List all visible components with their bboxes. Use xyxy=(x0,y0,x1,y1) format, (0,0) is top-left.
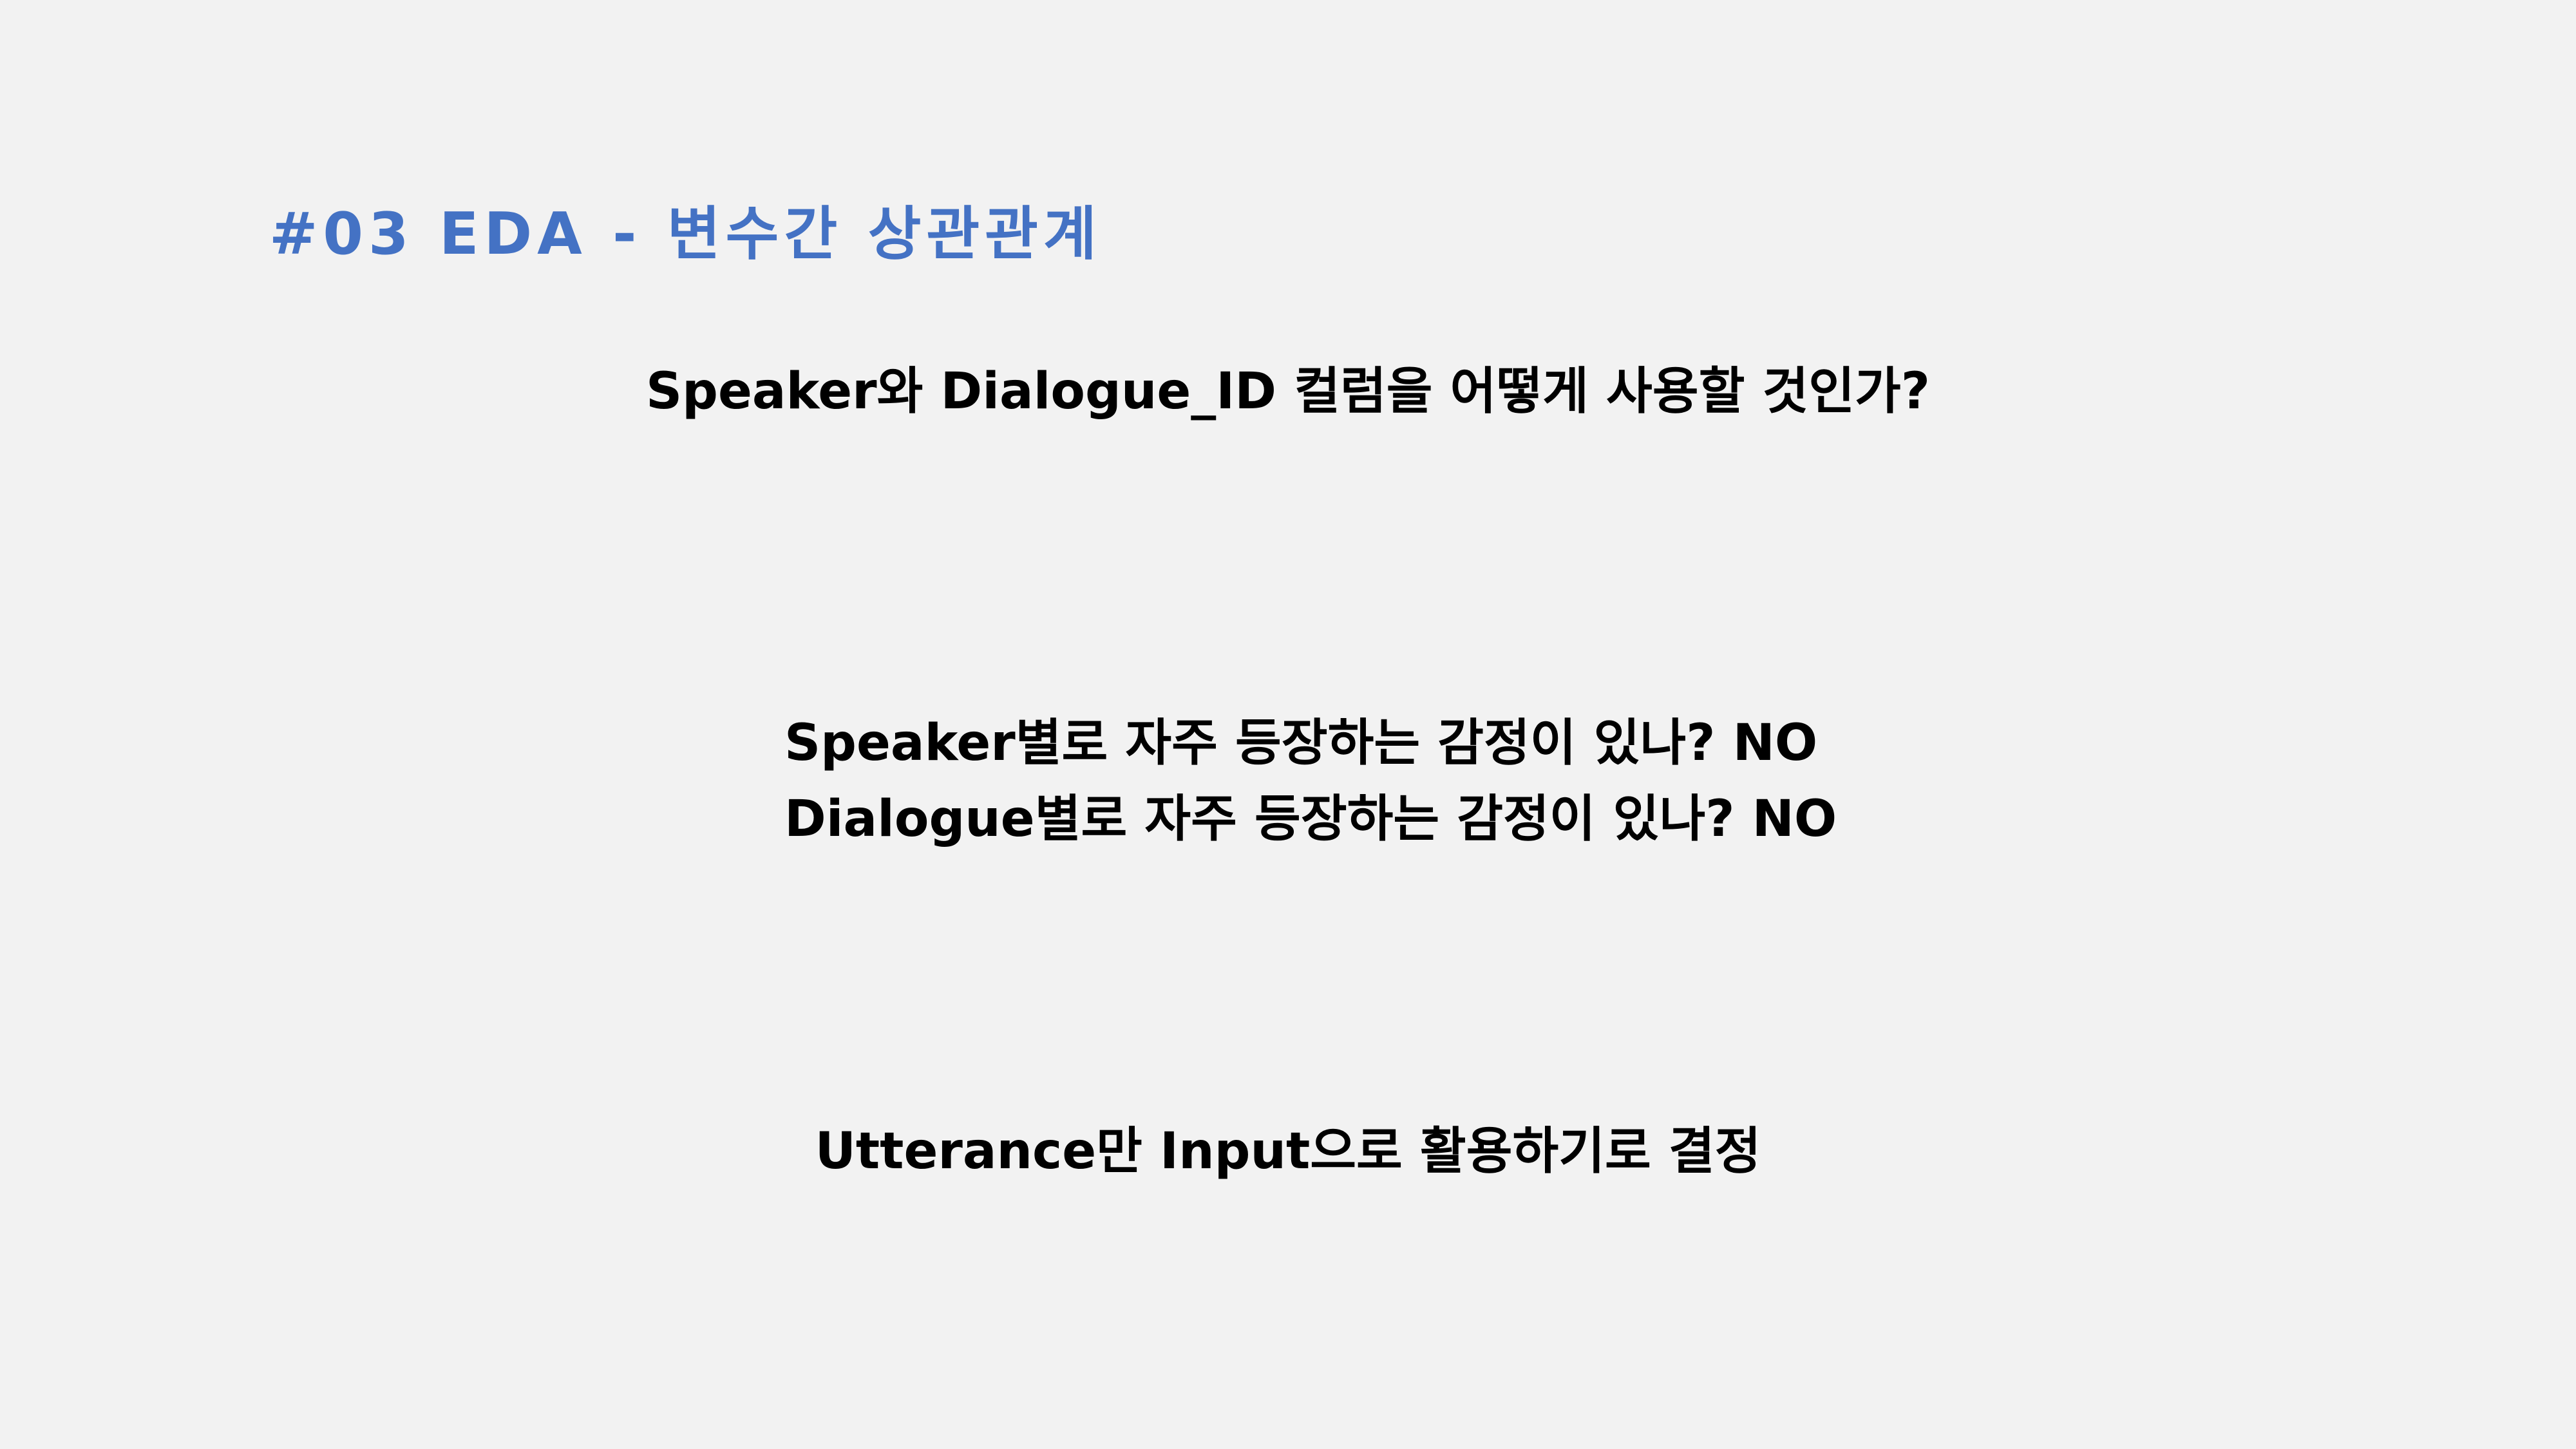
conclusion-text: Utterance만 Input으로 활용하기로 결정 xyxy=(815,1122,1761,1180)
question-text: Speaker와 Dialogue_ID 컬럼을 어떻게 사용할 것인가? xyxy=(645,363,1931,421)
slide-title: #03 EDA - 변수간 상관관계 xyxy=(269,200,1102,268)
finding-speaker: Speaker별로 자주 등장하는 감정이 있나? NO xyxy=(784,714,1818,772)
findings-list: Speaker별로 자주 등장하는 감정이 있나? NO Dialogue별로 … xyxy=(784,705,1837,857)
slide: { "slide": { "title": "#03 EDA - 변수간 상관관… xyxy=(0,0,2576,1449)
finding-dialogue: Dialogue별로 자주 등장하는 감정이 있나? NO xyxy=(784,790,1837,848)
